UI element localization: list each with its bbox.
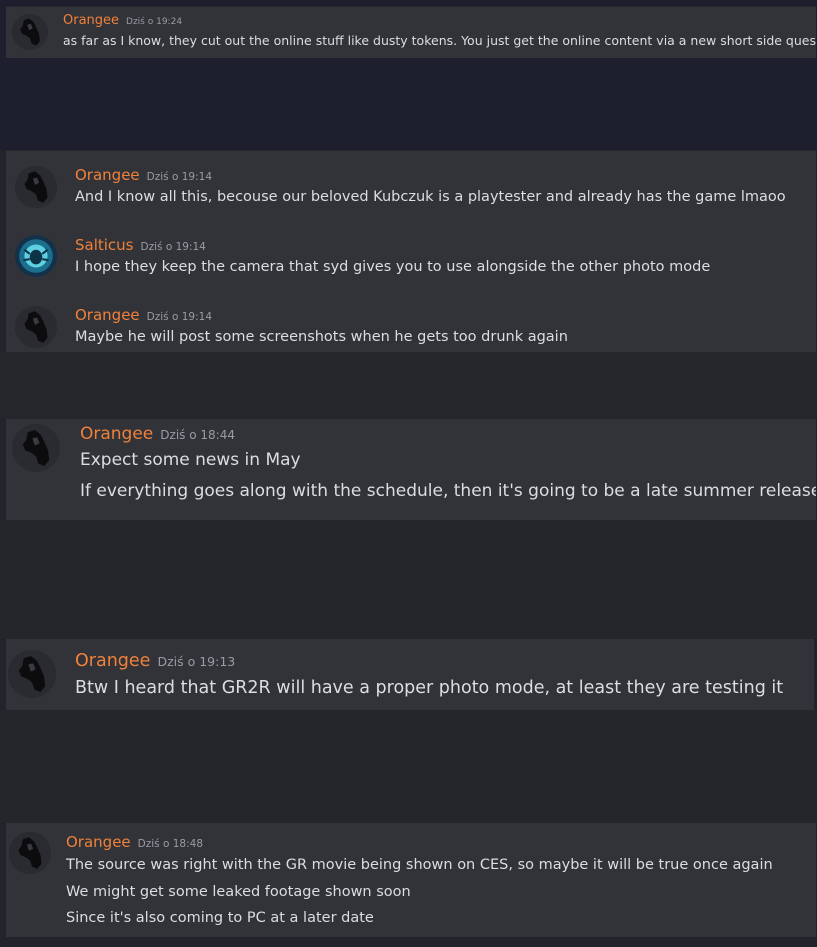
message-text: Since it's also coming to PC at a later … [66,910,374,926]
horse-silhouette-icon [15,306,57,348]
timestamp: Dziś o 19:14 [146,171,212,183]
message-text: I hope they keep the camera that syd giv… [75,259,711,275]
horse-silhouette-icon [8,650,56,698]
timestamp: Dziś o 18:44 [160,428,235,442]
message-card: Orangee Dziś o 19:14 And I know all this… [6,150,816,352]
horse-silhouette-icon [9,832,51,874]
username[interactable]: Orangee [66,833,131,851]
avatar[interactable] [9,832,51,874]
avatar[interactable] [12,424,60,472]
message-card: Orangee Dziś o 19:24 as far as I know, t… [6,6,816,58]
message-card: Orangee Dziś o 18:48 The source was righ… [6,822,816,937]
horse-silhouette-icon [15,166,57,208]
message-text: We might get some leaked footage shown s… [66,884,411,900]
avatar[interactable] [12,14,48,50]
message-text: The source was right with the GR movie b… [66,857,773,873]
horse-silhouette-icon [12,424,60,472]
avatar[interactable] [15,306,57,348]
username[interactable]: Orangee [63,13,119,28]
timestamp: Dziś o 18:48 [137,838,203,850]
avatar[interactable] [8,650,56,698]
message-card: Orangee Dziś o 19:13 Btw I heard that GR… [6,638,814,710]
divider-band [0,520,817,638]
timestamp: Dziś o 19:14 [140,241,206,253]
message-text: And I know all this, becouse our beloved… [75,189,786,205]
username[interactable]: Orangee [75,306,140,324]
message-text: Expect some news in May [80,450,301,470]
message-card: Orangee Dziś o 18:44 Expect some news in… [6,418,816,520]
timestamp: Dziś o 19:24 [126,17,183,27]
message-text: If everything goes along with the schedu… [80,481,816,501]
timestamp: Dziś o 19:13 [157,654,236,669]
username[interactable]: Orangee [75,166,140,184]
message-text: as far as I know, they cut out the onlin… [63,33,816,48]
avatar[interactable] [15,166,57,208]
username[interactable]: Salticus [75,236,134,254]
timestamp: Dziś o 19:14 [146,311,212,323]
message-text: Maybe he will post some screenshots when… [75,329,568,345]
divider-band [0,352,817,418]
avatar[interactable] [15,235,57,277]
divider-band [0,710,817,822]
username[interactable]: Orangee [80,424,153,444]
spider-emblem-icon [15,235,57,277]
message-text: Btw I heard that GR2R will have a proper… [75,678,784,698]
horse-silhouette-icon [12,14,48,50]
username[interactable]: Orangee [75,651,150,671]
